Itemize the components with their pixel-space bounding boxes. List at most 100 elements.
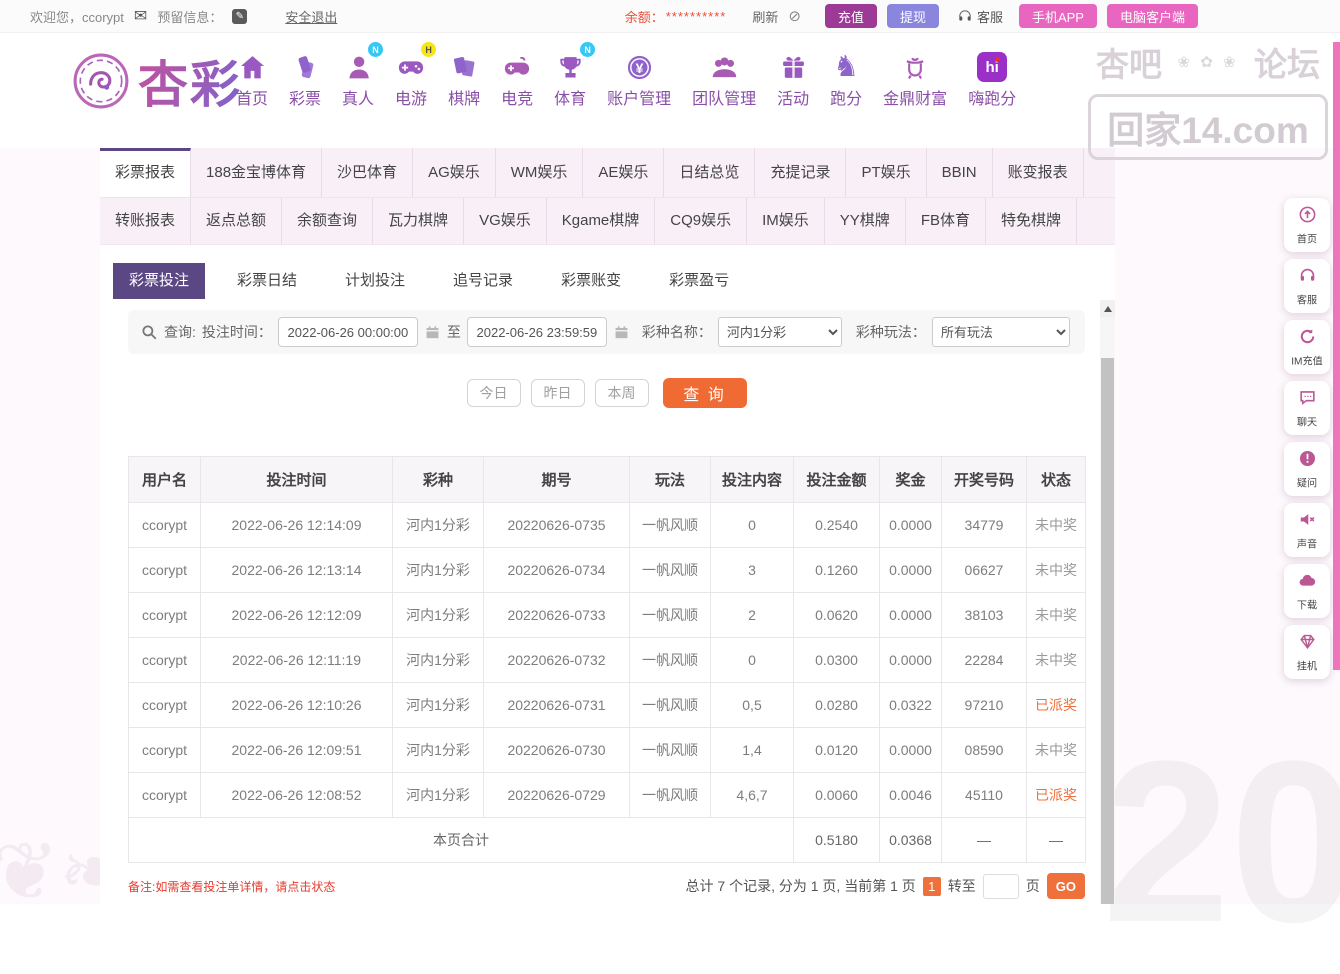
calendar-icon[interactable] (613, 324, 630, 341)
time-to-input[interactable] (467, 317, 607, 347)
esports-gamepad-icon (501, 46, 533, 82)
tab-im[interactable]: IM娱乐 (747, 198, 825, 244)
nav-item-egames[interactable]: H 电游 (389, 46, 433, 109)
sidebar-item-question[interactable]: 疑问 (1284, 442, 1330, 496)
brand-logo[interactable]: 杏彩 (72, 45, 242, 117)
tab-balance-query[interactable]: 余额查询 (282, 198, 373, 244)
content-scrollbar[interactable] (1100, 300, 1115, 904)
tab-balance-change[interactable]: 账变报表 (993, 148, 1084, 197)
tab-vg[interactable]: VG娱乐 (464, 198, 547, 244)
sidebar-item-sound[interactable]: 声音 (1284, 503, 1330, 557)
subtab-lottery-bets[interactable]: 彩票投注 (113, 263, 205, 299)
sidebar-item-im-recharge[interactable]: IM充值 (1284, 320, 1330, 374)
tab-wali-cards[interactable]: 瓦力棋牌 (373, 198, 464, 244)
withdraw-button[interactable]: 提现 (887, 4, 939, 28)
tab-cq9[interactable]: CQ9娱乐 (655, 198, 747, 244)
report-tabs-row2: 转账报表 返点总额 余额查询 瓦力棋牌 VG娱乐 Kgame棋牌 CQ9娱乐 I… (100, 198, 1115, 245)
time-from-input[interactable] (278, 317, 418, 347)
nav-item-live[interactable]: N 真人 (336, 46, 380, 109)
tab-saba-sports[interactable]: 沙巴体育 (322, 148, 413, 197)
tab-yy-cards[interactable]: YY棋牌 (825, 198, 906, 244)
sidebar-item-service[interactable]: 客服 (1284, 259, 1330, 313)
nav-item-hipaofen[interactable]: hi 嗨跑分 (962, 46, 1022, 109)
nav-item-paofen[interactable]: ♞ 跑分 (824, 46, 868, 109)
gift-icon (777, 46, 809, 82)
tab-ag[interactable]: AG娱乐 (413, 148, 496, 197)
envelope-icon[interactable]: ✉ (134, 6, 147, 26)
sidebar-item-home[interactable]: 首页 (1284, 198, 1330, 252)
cell-status[interactable]: 未中奖 (1027, 728, 1086, 773)
cell-lottery: 河内1分彩 (393, 548, 484, 593)
nav-item-sports[interactable]: N 体育 (548, 46, 592, 109)
cell-prize: 0.0000 (880, 728, 942, 773)
tab-daily-summary[interactable]: 日结总览 (664, 148, 755, 197)
cell-playtype: 一帆风顺 (630, 773, 711, 818)
tab-transfer-report[interactable]: 转账报表 (100, 198, 191, 244)
goto-page-input[interactable] (983, 874, 1019, 899)
cell-status[interactable]: 已派奖 (1027, 773, 1086, 818)
cell-status[interactable]: 未中奖 (1027, 638, 1086, 683)
cell-status[interactable]: 未中奖 (1027, 503, 1086, 548)
cell-status[interactable]: 未中奖 (1027, 548, 1086, 593)
today-button[interactable]: 今日 (467, 379, 521, 407)
play-type-select[interactable]: 所有玩法 (932, 317, 1070, 347)
tab-pt[interactable]: PT娱乐 (846, 148, 926, 197)
floating-sidebar: 首页 客服 IM充值 聊天 疑问 声音 下载 挂机 (1284, 198, 1330, 686)
tab-188-sports[interactable]: 188金宝博体育 (191, 148, 322, 197)
gem-icon (1298, 632, 1317, 651)
subtab-lottery-daily[interactable]: 彩票日结 (221, 263, 313, 299)
nav-item-activity[interactable]: 活动 (771, 46, 815, 109)
yesterday-button[interactable]: 昨日 (531, 379, 585, 407)
tab-bbin[interactable]: BBIN (927, 148, 993, 197)
scrollbar-thumb[interactable] (1101, 358, 1114, 904)
nav-item-account[interactable]: ¥ 账户管理 (601, 46, 677, 109)
sidebar-item-hangup[interactable]: 挂机 (1284, 625, 1330, 679)
mobile-app-button[interactable]: 手机APP (1019, 4, 1097, 28)
tab-tewan-cards[interactable]: 特免棋牌 (986, 198, 1077, 244)
subtab-lottery-profit[interactable]: 彩票盈亏 (653, 263, 745, 299)
lottery-select[interactable]: 河内1分彩 (718, 317, 842, 347)
cell-time: 2022-06-26 12:10:26 (201, 683, 393, 728)
refresh-icon[interactable]: ⊘ (788, 7, 801, 25)
calendar-icon[interactable] (424, 324, 441, 341)
scrollbar-up-arrow[interactable] (1100, 300, 1115, 317)
pc-client-button[interactable]: 电脑客户端 (1107, 4, 1198, 28)
balance-label: 余额： (625, 7, 664, 26)
nav-item-cards[interactable]: 棋牌 (442, 46, 486, 109)
this-week-button[interactable]: 本周 (595, 379, 649, 407)
tab-lottery-report[interactable]: 彩票报表 (100, 148, 191, 197)
logout-link[interactable]: 安全退出 (285, 7, 337, 26)
tab-rebate-total[interactable]: 返点总额 (191, 198, 282, 244)
cell-playtype: 一帆风顺 (630, 593, 711, 638)
nav-item-jinding[interactable]: 金鼎财富 (877, 46, 953, 109)
search-button[interactable]: 查 询 (663, 378, 747, 408)
current-page-button[interactable]: 1 (923, 877, 941, 896)
cell-status[interactable]: 已派奖 (1027, 683, 1086, 728)
nav-item-esports[interactable]: 电竞 (495, 46, 539, 109)
pencil-edit-icon[interactable]: ✎ (232, 9, 247, 24)
sidebar-item-chat[interactable]: 聊天 (1284, 381, 1330, 435)
tab-ae[interactable]: AE娱乐 (583, 148, 664, 197)
tab-kgame[interactable]: Kgame棋牌 (547, 198, 656, 244)
sidebar-item-download[interactable]: 下载 (1284, 564, 1330, 618)
tab-fb-sports[interactable]: FB体育 (906, 198, 986, 244)
customer-service-link[interactable]: 客服 (957, 7, 1003, 26)
subtab-chase-records[interactable]: 追号记录 (437, 263, 529, 299)
col-header-bet-time: 投注时间 (201, 457, 393, 503)
tab-wm[interactable]: WM娱乐 (496, 148, 584, 197)
refresh-label[interactable]: 刷新 (752, 7, 778, 26)
col-header-issue: 期号 (484, 457, 630, 503)
subtab-lottery-balance-change[interactable]: 彩票账变 (545, 263, 637, 299)
cell-status[interactable]: 未中奖 (1027, 593, 1086, 638)
tab-deposit-records[interactable]: 充提记录 (755, 148, 846, 197)
cell-username: ccorypt (129, 683, 201, 728)
nav-item-lottery[interactable]: 彩票 (283, 46, 327, 109)
go-button[interactable]: GO (1047, 873, 1085, 899)
nav-item-team[interactable]: 团队管理 (686, 46, 762, 109)
nav-item-home[interactable]: 首页 (230, 46, 274, 109)
cell-username: ccorypt (129, 773, 201, 818)
exclamation-icon (1298, 449, 1317, 468)
topbar-left: 欢迎您，ccorypt ✉ 预留信息： ✎ 安全退出 (30, 6, 337, 26)
deposit-button[interactable]: 充值 (825, 4, 877, 28)
subtab-plan-bets[interactable]: 计划投注 (329, 263, 421, 299)
